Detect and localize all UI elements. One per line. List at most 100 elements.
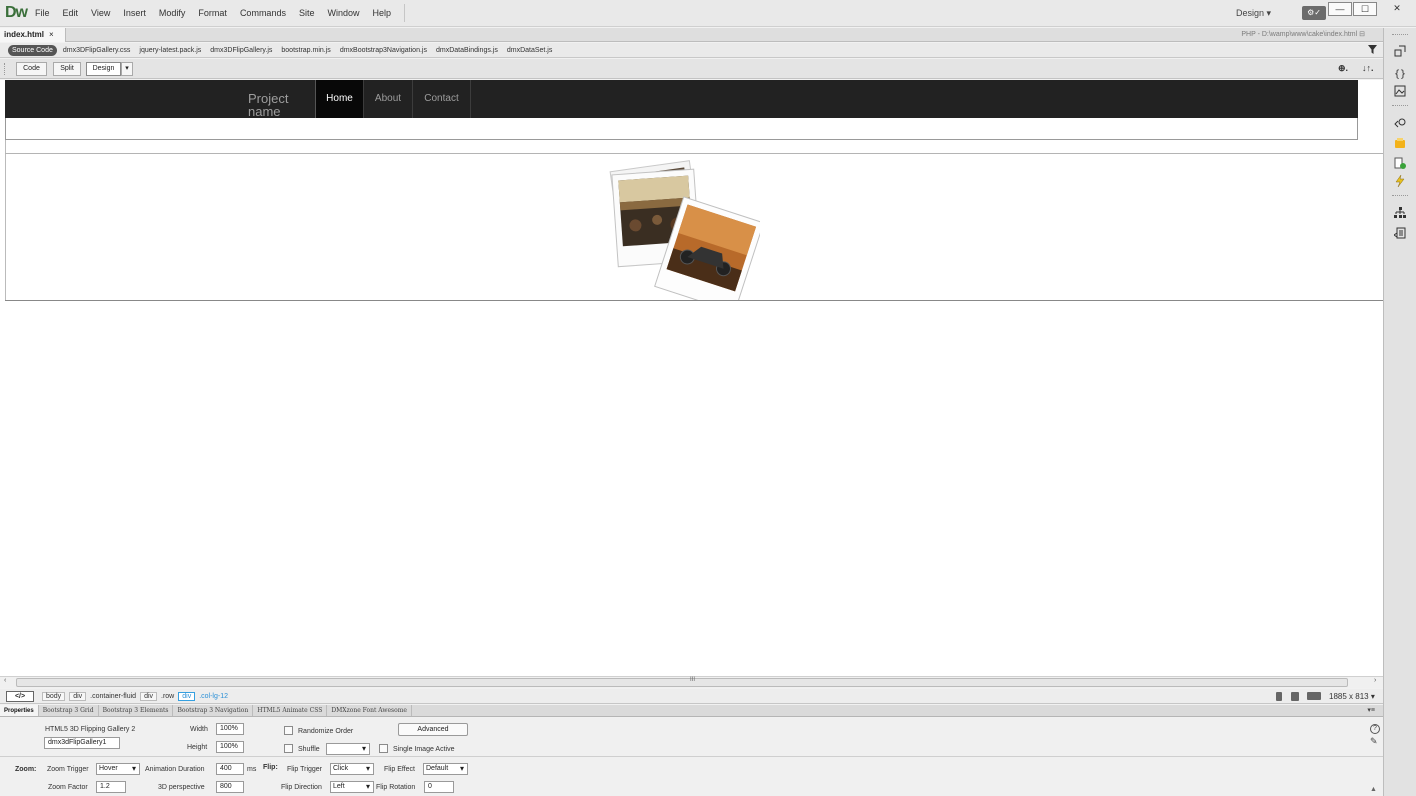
related-file[interactable]: dmxDataBindings.js xyxy=(436,47,498,54)
related-file[interactable]: dmx3DFlipGallery.css xyxy=(63,47,131,54)
scroll-right-icon[interactable]: › xyxy=(1374,677,1376,684)
assets-panel-icon[interactable] xyxy=(1393,84,1407,98)
scrollbar-thumb[interactable] xyxy=(16,678,1348,687)
tab-bootstrap-elements[interactable]: Bootstrap 3 Elements xyxy=(99,705,174,716)
menu-view[interactable]: View xyxy=(91,8,110,18)
menu-commands[interactable]: Commands xyxy=(240,8,286,18)
menu-format[interactable]: Format xyxy=(198,8,227,18)
nav-contact[interactable]: Contact xyxy=(412,80,471,118)
strip-grip xyxy=(1392,34,1408,36)
advanced-button[interactable]: Advanced xyxy=(398,723,468,736)
flip-trigger-select[interactable]: Click xyxy=(330,763,374,775)
sort-icon[interactable]: ↓↑. xyxy=(1362,63,1374,73)
horizontal-scrollbar[interactable]: ‹ III › xyxy=(0,676,1383,688)
design-view-button[interactable]: Design xyxy=(86,62,121,76)
single-image-checkbox[interactable] xyxy=(379,744,388,753)
flip-rotation-label: Flip Rotation xyxy=(376,784,416,791)
shuffle-checkbox[interactable] xyxy=(284,744,293,753)
breadcrumb-div[interactable]: div xyxy=(69,691,87,701)
css-designer-icon[interactable]: {} xyxy=(1393,66,1407,80)
insert-panel-icon[interactable] xyxy=(1393,44,1407,58)
close-window-button[interactable]: ✕ xyxy=(1382,2,1412,16)
source-code-button[interactable]: Source Code xyxy=(8,44,57,56)
breadcrumb-selected-div[interactable]: div xyxy=(178,691,196,701)
breadcrumb-body[interactable]: body xyxy=(42,691,66,701)
flip-effect-select[interactable]: Default xyxy=(423,763,468,775)
design-canvas[interactable]: Project name Home About Contact xyxy=(0,80,1383,676)
height-input[interactable]: 100% xyxy=(216,741,244,753)
scroll-left-icon[interactable]: ‹ xyxy=(4,677,6,684)
related-file[interactable]: dmxBootstrap3Navigation.js xyxy=(340,47,427,54)
tab-bootstrap-navigation[interactable]: Bootstrap 3 Navigation xyxy=(173,705,254,716)
nav-home[interactable]: Home xyxy=(315,80,363,118)
row-top-border xyxy=(5,153,1383,154)
app-logo: Dw xyxy=(5,4,28,21)
breadcrumb-row-class[interactable]: .row xyxy=(161,693,174,700)
nav-about[interactable]: About xyxy=(363,80,412,118)
panel-options-icon[interactable]: ▾≡ xyxy=(1367,705,1375,717)
tab-properties[interactable]: Properties xyxy=(0,705,39,716)
perspective-input[interactable]: 800 xyxy=(216,781,244,793)
animation-duration-input[interactable]: 400 xyxy=(216,763,244,775)
menu-site[interactable]: Site xyxy=(299,8,315,18)
flip-gallery-placeholder[interactable] xyxy=(605,158,765,313)
flip-direction-select[interactable]: Left xyxy=(330,781,374,793)
window-size-dropdown[interactable]: 1885 x 813 ▾ xyxy=(1329,692,1375,701)
minimize-button[interactable]: — xyxy=(1328,2,1352,16)
component-id-input[interactable]: dmx3dFlipGallery1 xyxy=(44,737,120,749)
related-file[interactable]: bootstrap.min.js xyxy=(281,47,330,54)
mobile-size-icon[interactable] xyxy=(1276,692,1282,701)
polaroid-stack-image xyxy=(609,160,765,313)
view-dropdown-button[interactable]: ▾ xyxy=(121,62,133,76)
tab-html5-animate-css[interactable]: HTML5 Animate CSS xyxy=(253,705,328,716)
collapse-panel-icon[interactable]: ▲ xyxy=(1370,786,1377,793)
width-input[interactable]: 100% xyxy=(216,723,244,735)
code-tag-icon[interactable]: </> xyxy=(6,690,34,702)
flip-section-label: Flip: xyxy=(263,764,278,771)
menu-help[interactable]: Help xyxy=(372,8,391,18)
maximize-button[interactable]: ☐ xyxy=(1353,2,1377,16)
tag-selector-bar: </> body div .container-fluid div .row d… xyxy=(0,689,1383,704)
code-view-button[interactable]: Code xyxy=(16,62,47,76)
filter-icon[interactable] xyxy=(1368,45,1377,56)
tab-index-html[interactable]: index.html × xyxy=(0,28,66,42)
behaviors-panel-icon[interactable] xyxy=(1393,156,1407,170)
breadcrumb-selected-class[interactable]: .col-lg-12 xyxy=(199,693,228,700)
desktop-size-icon[interactable] xyxy=(1307,692,1321,700)
zoom-trigger-select[interactable]: Hover xyxy=(96,763,140,775)
workspace-switcher[interactable]: Design ▾ xyxy=(1236,8,1271,19)
live-view-icon[interactable]: ⊕. xyxy=(1338,63,1348,74)
related-file[interactable]: dmxDataSet.js xyxy=(507,47,553,54)
row-bottom-border xyxy=(5,300,1383,301)
edit-icon[interactable]: ✎ xyxy=(1370,736,1378,747)
menu-modify[interactable]: Modify xyxy=(159,8,186,18)
breadcrumb-container-class[interactable]: .container-fluid xyxy=(90,693,136,700)
menu-insert[interactable]: Insert xyxy=(123,8,146,18)
menu-edit[interactable]: Edit xyxy=(63,8,79,18)
extension-panel-icon[interactable] xyxy=(1393,136,1407,150)
shuffle-select[interactable] xyxy=(326,743,370,755)
navbar-brand[interactable]: Project name xyxy=(248,92,304,118)
restore-doc-icon[interactable]: ⊟ xyxy=(1359,31,1365,38)
menu-window[interactable]: Window xyxy=(327,8,359,18)
dom-panel-icon[interactable] xyxy=(1393,206,1407,220)
randomize-checkbox[interactable] xyxy=(284,726,293,735)
close-tab-icon[interactable]: × xyxy=(49,30,54,39)
zoom-factor-label: Zoom Factor xyxy=(48,784,88,791)
menu-file[interactable]: File xyxy=(35,8,50,18)
split-view-button[interactable]: Split xyxy=(53,62,81,76)
navbar-collapse-area xyxy=(5,118,1358,140)
code-inspector-icon[interactable] xyxy=(1393,226,1407,240)
breadcrumb-div[interactable]: div xyxy=(140,691,158,701)
lightning-icon[interactable] xyxy=(1393,174,1407,188)
tablet-size-icon[interactable] xyxy=(1291,692,1299,701)
tab-bootstrap-grid[interactable]: Bootstrap 3 Grid xyxy=(39,705,99,716)
flip-rotation-input[interactable]: 0 xyxy=(424,781,454,793)
snippets-panel-icon[interactable] xyxy=(1393,116,1407,130)
sync-settings-button[interactable]: ⚙✓ xyxy=(1302,6,1326,20)
zoom-factor-input[interactable]: 1.2 xyxy=(96,781,126,793)
related-file[interactable]: jquery-latest.pack.js xyxy=(139,47,201,54)
tab-font-awesome[interactable]: DMXzone Font Awesome xyxy=(327,705,412,716)
related-file[interactable]: dmx3DFlipGallery.js xyxy=(210,47,272,54)
help-icon[interactable]: ? xyxy=(1370,724,1380,734)
